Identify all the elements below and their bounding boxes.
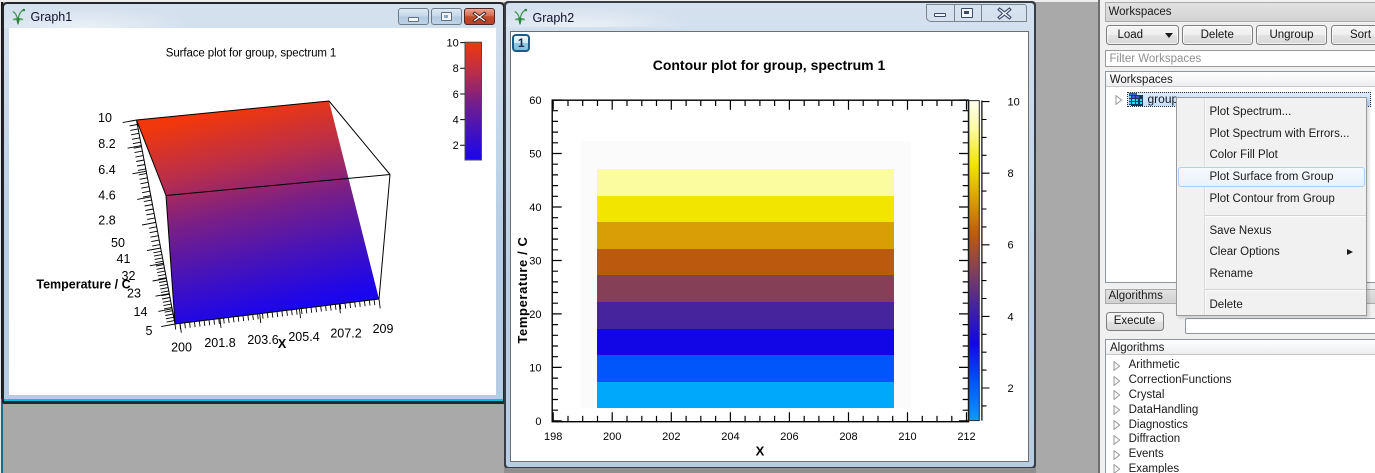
svg-text:20: 20 [529,309,541,321]
svg-text:8: 8 [1008,168,1014,180]
svg-text:40: 40 [529,202,541,214]
svg-text:198: 198 [544,431,562,443]
svg-text:60: 60 [529,95,541,107]
svg-text:204: 204 [721,431,739,443]
svg-text:6: 6 [1008,240,1014,252]
svg-text:X: X [756,444,765,459]
svg-text:10: 10 [529,362,541,374]
svg-text:206: 206 [780,431,798,443]
svg-text:0: 0 [535,416,541,428]
svg-text:Temperature / C: Temperature / C [515,236,530,343]
svg-text:208: 208 [839,431,857,443]
svg-text:4: 4 [1008,311,1014,323]
svg-text:50: 50 [529,148,541,160]
svg-text:210: 210 [898,431,916,443]
svg-text:212: 212 [957,431,975,443]
svg-text:200: 200 [603,431,621,443]
svg-text:10: 10 [1008,97,1020,109]
svg-text:202: 202 [662,431,680,443]
svg-text:Contour plot for group, spectr: Contour plot for group, spectrum 1 [653,57,886,73]
svg-text:2: 2 [1008,383,1014,395]
svg-text:30: 30 [529,255,541,267]
